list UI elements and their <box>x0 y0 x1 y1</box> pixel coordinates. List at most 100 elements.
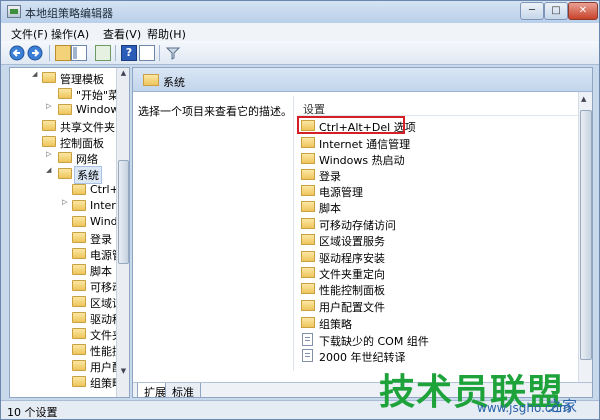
properties-icon[interactable] <box>139 45 155 61</box>
folder-icon <box>42 72 56 83</box>
settings-label: 用户配置文件 <box>319 301 385 314</box>
settings-label: 下载缺少的 COM 组件 <box>319 335 429 348</box>
policy-document-icon <box>302 349 313 362</box>
tree-item-label: "开始"菜 <box>76 89 120 102</box>
menu-help[interactable]: 帮助(H) <box>147 26 186 42</box>
folder-icon <box>58 152 72 163</box>
settings-label: 脚本 <box>319 202 341 215</box>
highlight-box <box>297 116 405 134</box>
expand-icon[interactable]: ▷ <box>46 102 54 110</box>
settings-label: 登录 <box>319 170 341 183</box>
scroll-thumb[interactable] <box>580 110 592 360</box>
close-button[interactable]: ✕ <box>568 2 598 20</box>
policy-document-icon <box>302 333 313 346</box>
folder-icon <box>72 184 86 195</box>
settings-label: 驱动程序安装 <box>319 252 385 265</box>
settings-label: 2000 年世纪转译 <box>319 351 406 364</box>
menu-bar: 文件(F) 操作(A) 查看(V) 帮助(H) <box>1 23 599 41</box>
policy-editor-icon <box>7 5 21 18</box>
expand-icon[interactable]: ▷ <box>62 198 70 206</box>
status-text: 10 个设置 <box>7 406 58 419</box>
tree-item-label: 网络 <box>76 153 98 166</box>
details-scrollbar[interactable]: ▲ <box>578 92 592 382</box>
folder-icon <box>301 201 315 212</box>
app-window: 本地组策略编辑器 ─ □ ✕ 文件(F) 操作(A) 查看(V) 帮助(H) ?… <box>0 0 600 420</box>
folder-icon <box>301 185 315 196</box>
collapse-icon[interactable]: ◢ <box>32 70 40 78</box>
watermark-tail: 之家 <box>547 397 578 415</box>
site-watermark: 技术员联盟 www.jsgho.com 之家 <box>379 373 599 419</box>
folder-icon <box>72 296 86 307</box>
window-title: 本地组策略编辑器 <box>25 7 113 20</box>
toolbar: ? <box>1 41 599 65</box>
filter-icon[interactable] <box>165 45 181 61</box>
title-bar[interactable]: 本地组策略编辑器 ─ □ ✕ <box>1 1 599 23</box>
scroll-down-icon[interactable]: ▼ <box>117 367 129 380</box>
folder-icon <box>58 168 72 179</box>
toolbar-separator <box>49 45 50 61</box>
folder-icon <box>42 120 56 131</box>
folder-icon <box>72 328 86 339</box>
maximize-button[interactable]: □ <box>544 2 568 20</box>
menu-view[interactable]: 查看(V) <box>103 26 141 42</box>
folder-icon <box>301 251 315 262</box>
folder-icon <box>301 218 315 229</box>
collapse-icon[interactable]: ◢ <box>46 166 54 174</box>
folder-icon <box>72 280 86 291</box>
settings-label: Internet 通信管理 <box>319 138 411 151</box>
tab-standard[interactable]: 标准 <box>165 383 201 397</box>
settings-label: 性能控制面板 <box>319 284 385 297</box>
tree-scrollbar[interactable]: ▲ ▼ <box>116 68 129 397</box>
folder-icon <box>72 344 86 355</box>
tree-item-label: 登录 <box>90 233 112 246</box>
show-hide-tree-icon[interactable] <box>71 45 87 61</box>
up-folder-icon[interactable] <box>55 45 71 61</box>
details-header: 系统 <box>133 68 592 92</box>
details-title: 系统 <box>163 76 185 89</box>
toolbar-separator <box>159 45 160 61</box>
folder-icon <box>72 312 86 323</box>
export-list-icon[interactable] <box>95 45 111 61</box>
tree-item-label: 控制面板 <box>60 137 104 150</box>
folder-icon <box>301 283 315 294</box>
folder-icon <box>143 74 159 86</box>
details-pane: 系统 选择一个项目来查看它的描述。 设置 Ctrl+Alt+Del 选项 Int… <box>132 67 593 398</box>
settings-label: 电源管理 <box>319 186 363 199</box>
folder-icon <box>42 136 56 147</box>
tree-pane[interactable]: ◢ 管理模板 "开始"菜 ▷ Windows 共享文件夹 ▷ 控制面板 ▷ 网络 <box>9 67 130 398</box>
folder-icon <box>72 376 86 387</box>
folder-icon <box>58 104 72 115</box>
folder-icon <box>72 216 86 227</box>
minimize-button[interactable]: ─ <box>520 2 544 20</box>
folder-icon <box>301 300 315 311</box>
folder-icon <box>301 234 315 245</box>
menu-file[interactable]: 文件(F) <box>11 26 48 42</box>
tree-item-label: 管理模板 <box>60 73 104 86</box>
scroll-up-icon[interactable]: ▲ <box>581 95 586 103</box>
folder-icon <box>301 267 315 278</box>
folder-icon <box>72 264 86 275</box>
settings-label: Windows 热启动 <box>319 154 405 167</box>
scroll-thumb[interactable] <box>118 160 129 264</box>
help-icon[interactable]: ? <box>121 45 137 61</box>
back-arrow-icon[interactable] <box>9 45 25 61</box>
settings-label: 可移动存储访问 <box>319 219 396 232</box>
toolbar-separator <box>115 45 116 61</box>
settings-label: 区域设置服务 <box>319 235 385 248</box>
description-text: 选择一个项目来查看它的描述。 <box>138 105 292 118</box>
folder-icon <box>72 248 86 259</box>
forward-arrow-icon[interactable] <box>27 45 43 61</box>
tree-item-label: 共享文件夹 <box>60 121 115 134</box>
folder-icon <box>58 88 72 99</box>
folder-icon <box>301 153 315 164</box>
folder-icon <box>72 232 86 243</box>
menu-action[interactable]: 操作(A) <box>51 26 89 42</box>
expand-icon[interactable]: ▷ <box>46 150 54 158</box>
folder-icon <box>301 169 315 180</box>
scroll-up-icon[interactable]: ▲ <box>117 69 129 82</box>
tree-item-label: 脚本 <box>90 265 112 278</box>
folder-icon <box>72 200 86 211</box>
folder-icon <box>301 137 315 148</box>
folder-icon <box>301 317 315 328</box>
column-divider <box>293 96 294 371</box>
